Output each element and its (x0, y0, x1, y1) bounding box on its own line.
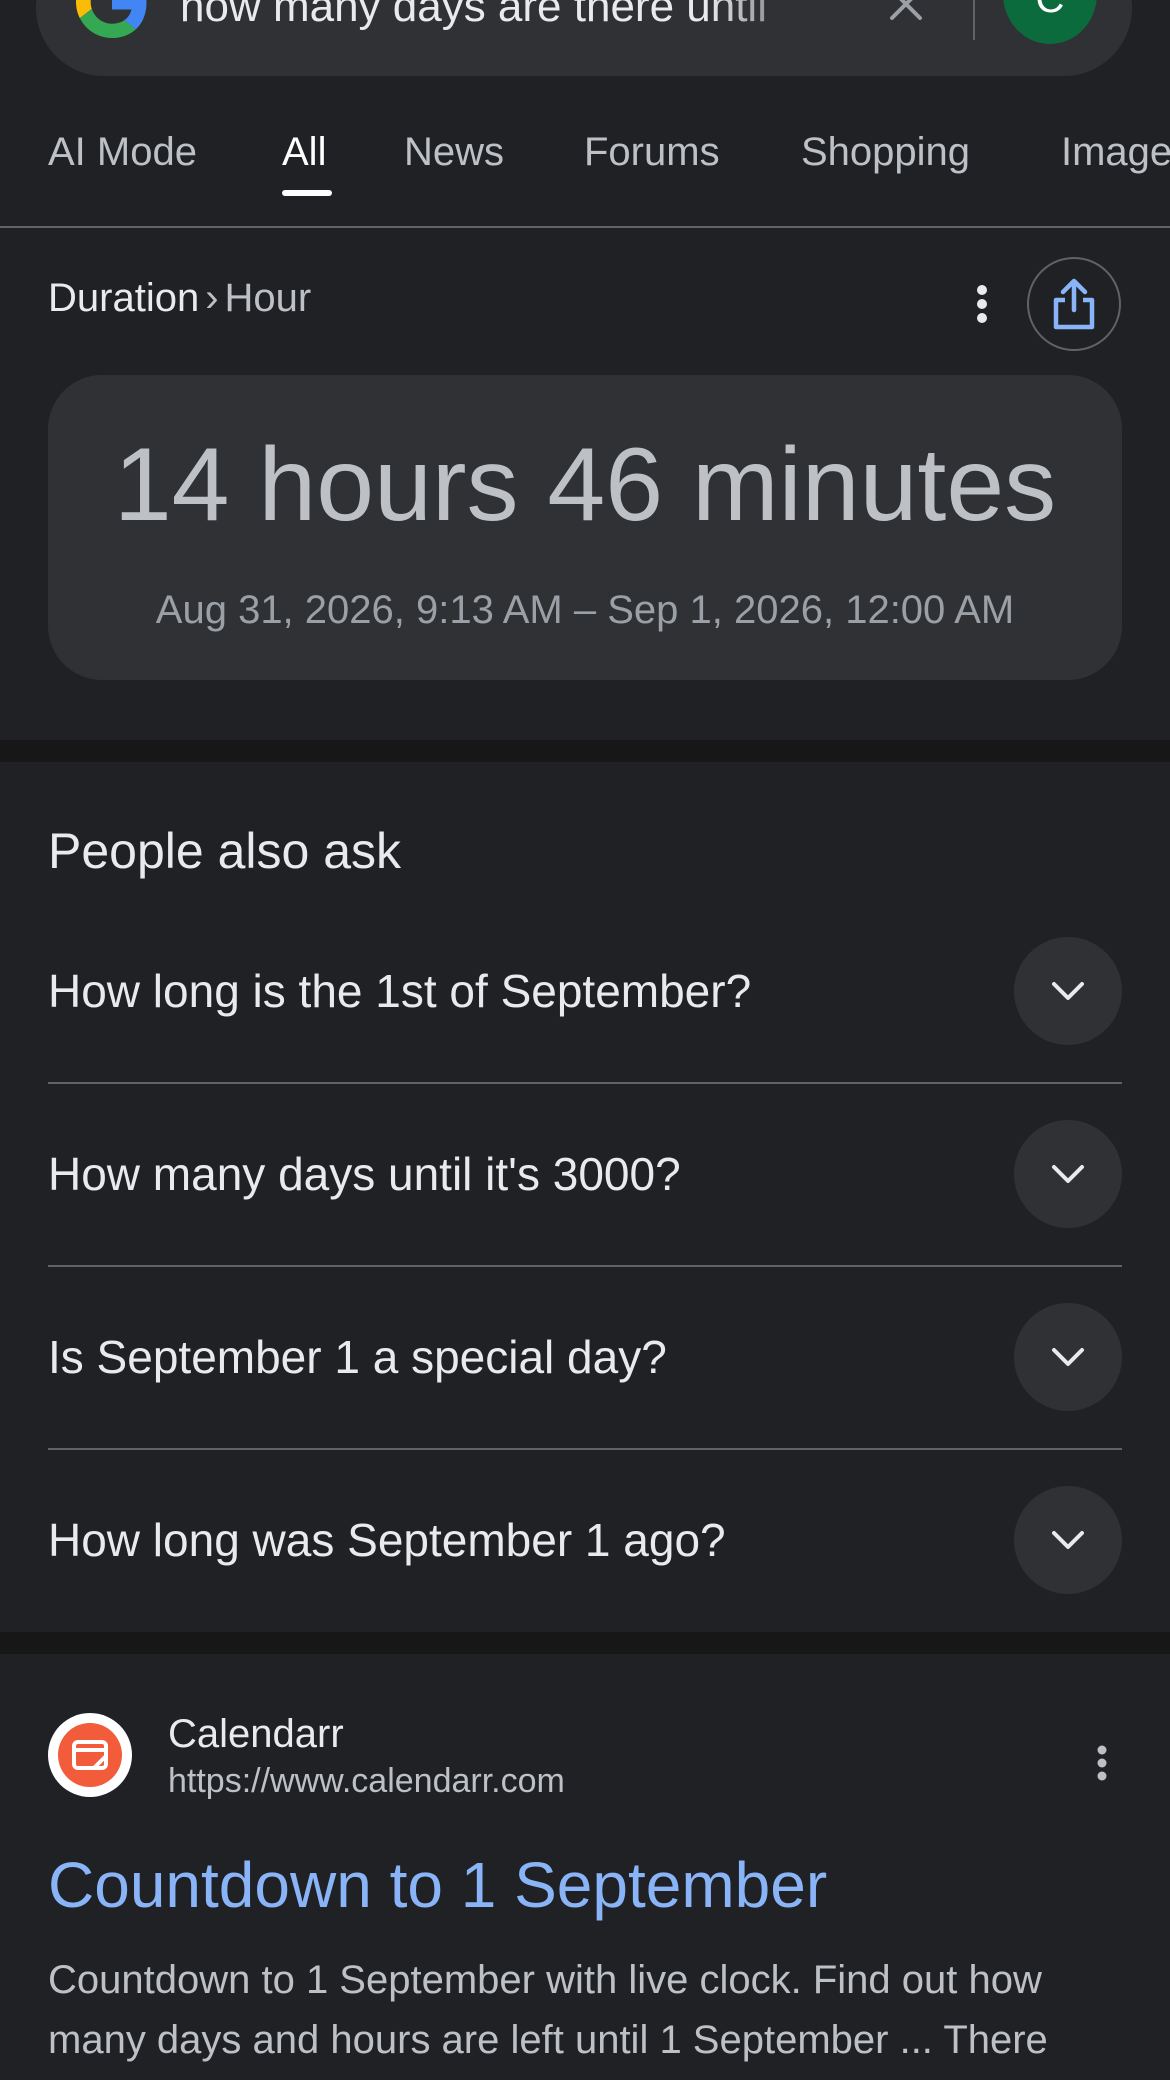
section-divider (0, 740, 1170, 762)
search-tabs: AI Mode All News Forums Shopping Image (0, 110, 1170, 228)
paa-divider (48, 1265, 1122, 1267)
paa-question-text: How long is the 1st of September? (48, 965, 752, 1017)
paa-question-3[interactable]: Is September 1 a special day? (48, 1297, 1122, 1480)
tab-ai-mode[interactable]: AI Mode (48, 130, 197, 175)
duration-value: 14 hours 46 minutes (113, 427, 1057, 543)
search-input[interactable]: how many days are there until (180, 0, 840, 32)
chevron-down-icon[interactable] (1014, 1120, 1122, 1228)
paa-divider (48, 1082, 1122, 1084)
calendarr-logo-icon (58, 1723, 122, 1787)
breadcrumb-separator: › (205, 276, 219, 320)
site-favicon[interactable] (48, 1713, 132, 1797)
tab-forums[interactable]: Forums (584, 130, 720, 175)
duration-result-card: 14 hours 46 minutes Aug 31, 2026, 9:13 A… (48, 375, 1122, 680)
share-button[interactable] (1027, 257, 1121, 351)
chevron-down-icon[interactable] (1014, 1303, 1122, 1411)
more-options-icon[interactable] (1082, 1738, 1122, 1788)
tab-all[interactable]: All (282, 130, 326, 175)
paa-divider (48, 1448, 1122, 1450)
search-bar-divider (973, 0, 975, 40)
clear-search-icon[interactable] (880, 0, 932, 24)
result-snippet: Countdown to 1 September with live clock… (48, 1958, 1048, 2062)
converter-category[interactable]: Duration (48, 276, 199, 320)
people-also-ask-heading: People also ask (48, 823, 402, 879)
tab-images[interactable]: Image (1061, 130, 1170, 175)
search-results-page: how many days are there until C AI Mode … (0, 0, 1170, 2080)
share-icon (1053, 278, 1095, 330)
active-tab-indicator (282, 190, 332, 196)
converter-breadcrumb: Duration › Hour (48, 276, 311, 321)
paa-question-2[interactable]: How many days until it's 3000? (48, 1114, 1122, 1297)
result-site-name[interactable]: Calendarr (168, 1712, 344, 1757)
more-options-icon[interactable] (962, 276, 1002, 332)
duration-range: Aug 31, 2026, 9:13 AM – Sep 1, 2026, 12:… (155, 588, 1015, 632)
tab-news[interactable]: News (404, 130, 504, 175)
paa-question-1[interactable]: How long is the 1st of September? (48, 931, 1122, 1114)
result-title-link[interactable]: Countdown to 1 September (48, 1848, 827, 1922)
tab-shopping[interactable]: Shopping (801, 130, 970, 175)
paa-question-text: How many days until it's 3000? (48, 1148, 681, 1200)
converter-unit[interactable]: Hour (225, 276, 312, 320)
result-url[interactable]: https://www.calendarr.com (168, 1762, 565, 1801)
google-logo-icon (76, 0, 147, 38)
paa-question-text: How long was September 1 ago? (48, 1514, 726, 1566)
paa-question-text: Is September 1 a special day? (48, 1331, 667, 1383)
chevron-down-icon[interactable] (1014, 937, 1122, 1045)
chevron-down-icon[interactable] (1014, 1486, 1122, 1594)
section-divider (0, 1632, 1170, 1654)
